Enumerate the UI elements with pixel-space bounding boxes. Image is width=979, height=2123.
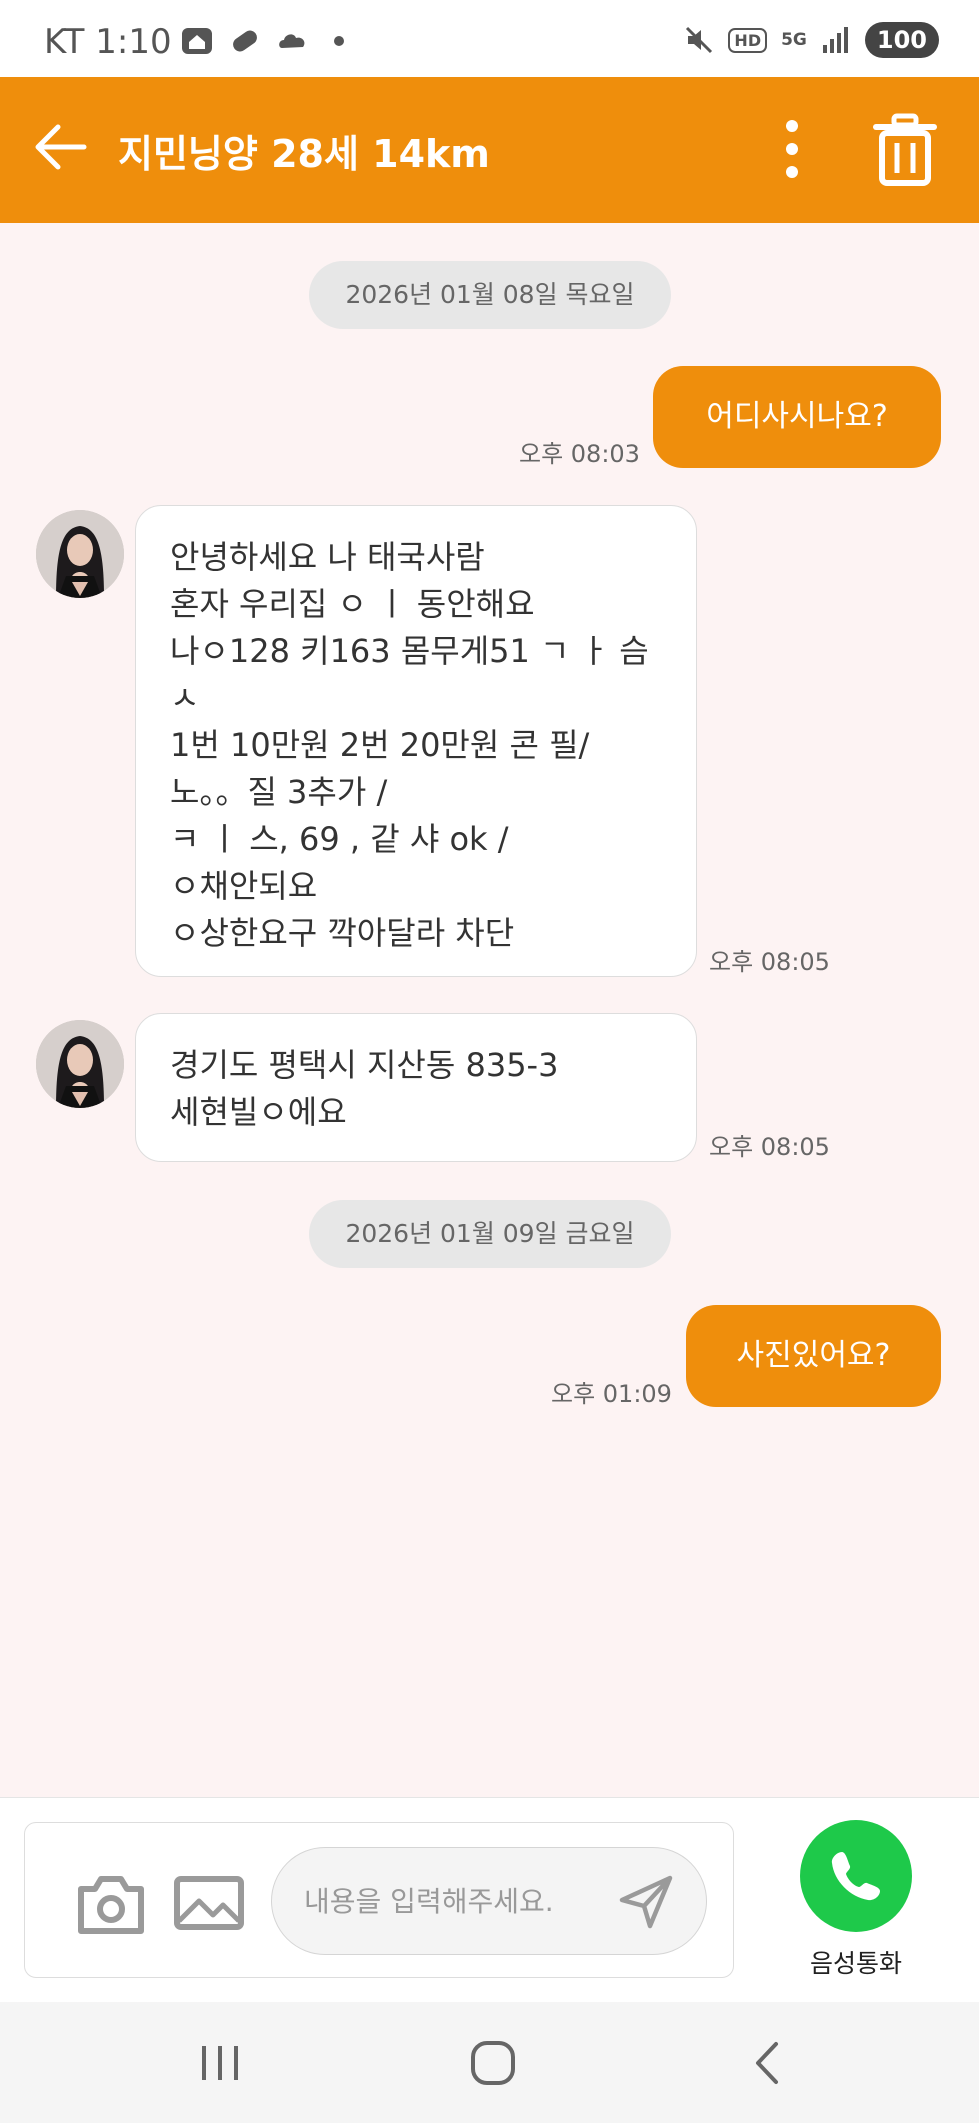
status-bar: KT 1:10 HD 5G 100 [0, 0, 979, 77]
message-input-wrapper [271, 1847, 707, 1955]
outgoing-message[interactable]: 어디사시나요? [653, 366, 941, 468]
pill-icon [233, 30, 257, 52]
message-line: ㅋ ㅣ 스, 69 , 같 샤 ok / [170, 820, 509, 858]
avatar[interactable] [36, 510, 124, 598]
message-line: ㅇ상한요구 깍아달라 차단 [170, 914, 515, 952]
system-navigation-bar [0, 2002, 979, 2123]
carrier-time: KT 1:10 [44, 22, 172, 62]
network-type: 5G [781, 30, 807, 50]
trash-icon[interactable] [872, 113, 938, 187]
more-notifications-dot [334, 36, 344, 46]
voice-call-label: 음성통화 [809, 1949, 902, 1978]
message-composer [24, 1822, 734, 1978]
home-icon[interactable] [463, 2038, 523, 2088]
nav-back-icon[interactable] [738, 2038, 798, 2088]
camera-icon[interactable] [75, 1873, 147, 1935]
message-line: 혼자 우리집 ㅇ ㅣ 동안해요 [170, 585, 535, 623]
message-line: 노。。질 3추가 / [170, 773, 388, 811]
hd-voice-badge: HD [728, 27, 768, 53]
message-line: ㅅ [170, 679, 200, 717]
message-line: 안녕하세요 나 태국사람 [170, 538, 485, 576]
phone-icon [831, 1852, 880, 1901]
more-vertical-icon[interactable] [772, 117, 812, 181]
message-time: 오후 08:05 [709, 1133, 830, 1161]
date-divider: 2026년 01월 08일 목요일 [309, 261, 671, 329]
bottom-bar: 음성통화 [0, 1797, 979, 2002]
back-arrow-icon[interactable] [30, 117, 90, 177]
gallery-icon[interactable] [173, 1875, 245, 1931]
profile-photo [36, 1020, 124, 1108]
incoming-message[interactable]: 경기도 평택시 지산동 835-3 세현빌ㅇ에요 [135, 1013, 697, 1162]
outgoing-message[interactable]: 사진있어요? [686, 1305, 941, 1407]
voice-call-button[interactable] [800, 1820, 912, 1932]
message-time: 오후 08:05 [709, 948, 830, 976]
notification-icons [180, 26, 344, 56]
cloud-icon [279, 34, 305, 48]
message-line: 경기도 평택시 지산동 835-3 [170, 1046, 559, 1084]
battery-level: 100 [864, 22, 939, 58]
message-input[interactable] [304, 1878, 604, 1924]
chat-title: 지민닝양 28세 14km [118, 132, 490, 176]
mute-icon [686, 26, 713, 54]
system-indicators: HD 5G 100 [684, 22, 939, 58]
incoming-message[interactable]: 안녕하세요 나 태국사람 혼자 우리집 ㅇ ㅣ 동안해요 나ㅇ128 키163 … [135, 505, 697, 977]
chat-header: 지민닝양 28세 14km [0, 77, 979, 223]
home-notification-icon [182, 28, 212, 54]
profile-photo [36, 510, 124, 598]
avatar[interactable] [36, 1020, 124, 1108]
message-line: 나ㅇ128 키163 몸무게51 ㄱ ㅏ 슴 [170, 632, 649, 670]
message-line: 1번 10만원 2번 20만원 콘 필/ [170, 726, 590, 764]
message-time: 오후 08:03 [519, 440, 640, 468]
send-icon[interactable] [618, 1874, 674, 1930]
message-line: 세현빌ㅇ에요 [170, 1093, 347, 1131]
message-time: 오후 01:09 [551, 1380, 672, 1408]
signal-icon [822, 27, 848, 53]
recent-apps-icon[interactable] [190, 2038, 250, 2088]
message-line: ㅇ채안되요 [170, 867, 318, 905]
date-divider: 2026년 01월 09일 금요일 [309, 1200, 671, 1268]
